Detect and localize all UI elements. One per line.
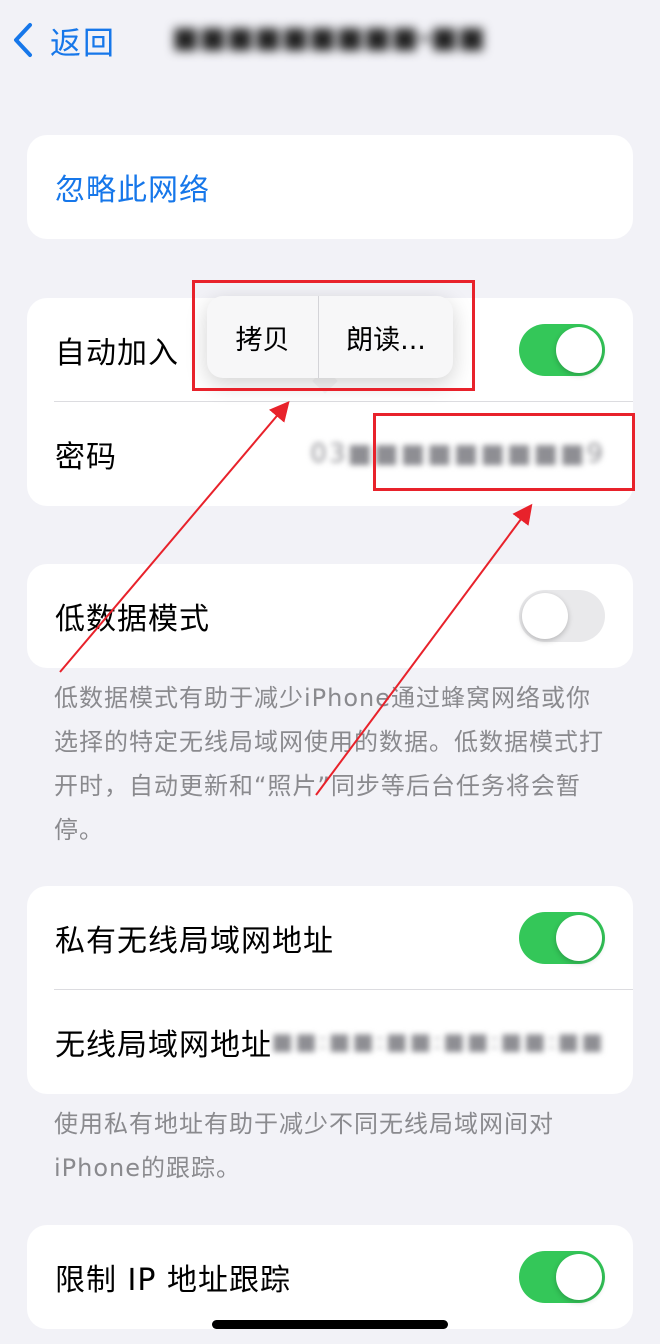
network-name-text: ■■■■■■■■■-■■: [172, 20, 486, 54]
wifi-address-value: ■■:■■:■■:■■:■■:■■: [271, 1029, 605, 1055]
forget-network-button[interactable]: 忽略此网络: [27, 135, 633, 239]
limit-ip-tracking-label: 限制 IP 地址跟踪: [55, 1263, 292, 1298]
limit-ip-tracking-card: 限制 IP 地址跟踪: [27, 1225, 633, 1329]
home-indicator: [212, 1320, 448, 1329]
auto-join-toggle[interactable]: [519, 324, 605, 376]
limit-ip-tracking-row: 限制 IP 地址跟踪: [27, 1225, 633, 1329]
limit-ip-tracking-toggle[interactable]: [519, 1251, 605, 1303]
private-address-footnote: 使用私有地址有助于减少不同无线局域网间对iPhone的跟踪。: [54, 1110, 554, 1182]
private-address-label: 私有无线局域网地址: [55, 924, 334, 959]
password-highlight-box: [373, 413, 635, 491]
low-data-mode-footnote: 低数据模式有助于减少iPhone通过蜂窝网络或你选择的特定无线局域网使用的数据。…: [54, 684, 604, 844]
wifi-address-row: 无线局域网地址 ■■:■■:■■:■■:■■:■■: [27, 990, 633, 1094]
toggle-knob: [522, 593, 568, 639]
low-data-mode-row: 低数据模式: [27, 564, 633, 668]
private-address-card: 私有无线局域网地址 无线局域网地址 ■■:■■:■■:■■:■■:■■: [27, 886, 633, 1094]
toggle-knob: [556, 327, 602, 373]
low-data-mode-label: 低数据模式: [55, 602, 210, 637]
wifi-address-label: 无线局域网地址: [55, 1028, 272, 1063]
forget-network-card: 忽略此网络: [27, 135, 633, 239]
private-address-toggle[interactable]: [519, 912, 605, 964]
copy-menu-highlight-box: [192, 280, 475, 391]
toggle-knob: [556, 1254, 602, 1300]
private-address-row: 私有无线局域网地址: [27, 886, 633, 990]
back-button[interactable]: 返回: [12, 18, 116, 62]
toggle-knob: [556, 915, 602, 961]
auto-join-label: 自动加入: [55, 336, 179, 371]
network-name-title: ■■■■■■■■■-■■: [172, 20, 492, 60]
low-data-mode-card: 低数据模式: [27, 564, 633, 668]
password-label: 密码: [55, 440, 117, 475]
chevron-left-icon: [14, 23, 32, 57]
forget-network-label: 忽略此网络: [55, 173, 210, 208]
back-label: 返回: [50, 25, 116, 62]
low-data-mode-toggle[interactable]: [519, 590, 605, 642]
